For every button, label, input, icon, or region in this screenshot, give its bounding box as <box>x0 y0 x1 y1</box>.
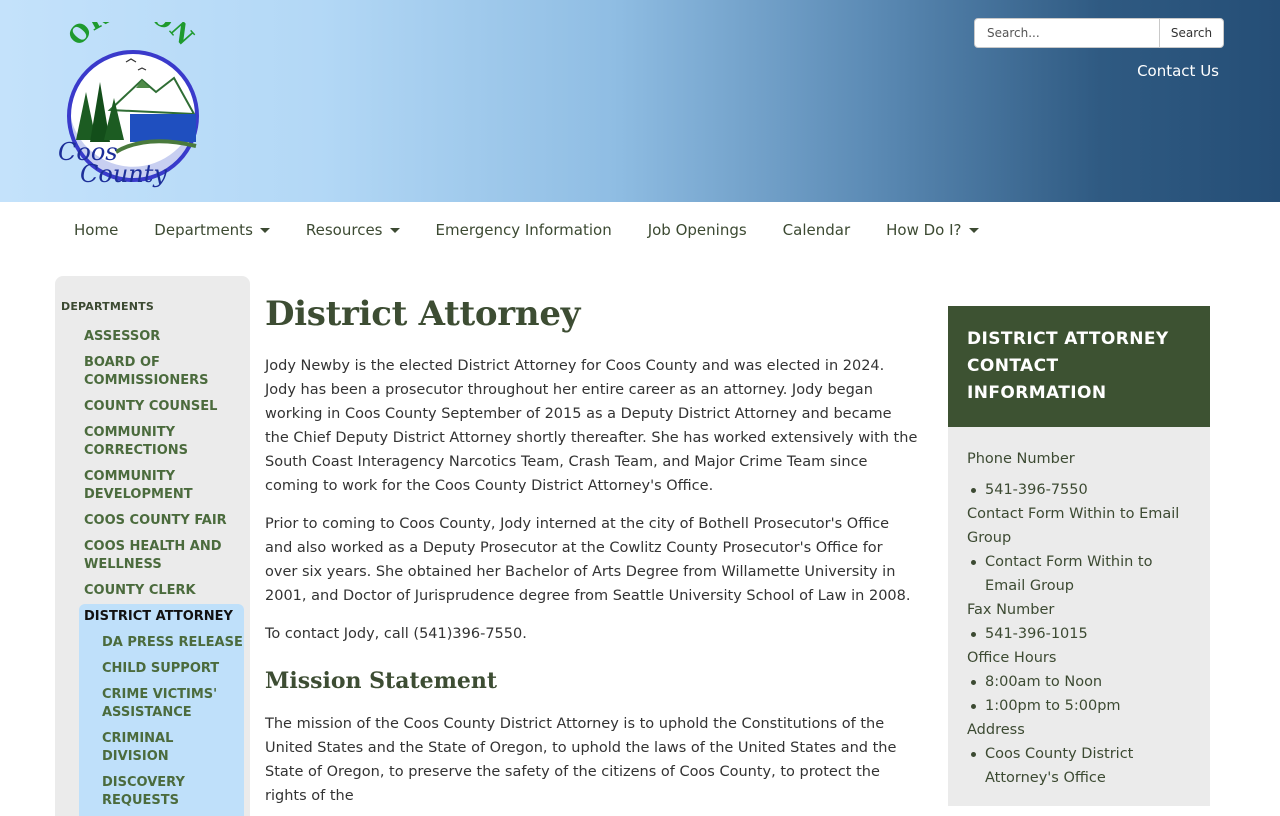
sidebar-item-county-counsel[interactable]: COUNTY COUNSEL <box>84 394 244 420</box>
nav-job-openings-label: Job Openings <box>647 221 747 239</box>
main-nav: Home Departments Resources Emergency Inf… <box>56 202 997 258</box>
sidebar-subitem-criminal-division[interactable]: CRIMINAL DIVISION <box>79 726 244 770</box>
coos-county-logo[interactable]: OREGON Coos County <box>56 22 206 192</box>
address-line: Coos County District Attorney's Office <box>967 742 1191 790</box>
sidebar-item-county-clerk[interactable]: COUNTY CLERK <box>84 578 244 604</box>
sidebar-sublist: DA PRESS RELEASE CHILD SUPPORT CRIME VIC… <box>79 630 244 816</box>
sidebar-subitem-da-press-release[interactable]: DA PRESS RELEASE <box>79 630 244 656</box>
sidebar-item-community-development[interactable]: COMMUNITY DEVELOPMENT <box>84 464 244 508</box>
sidebar-subitem-discovery-requests[interactable]: DISCOVERY REQUESTS <box>79 770 244 814</box>
fax-list: 541-396-1015 <box>967 622 1191 646</box>
sidebar-item-coos-health-and-wellness[interactable]: COOS HEALTH AND WELLNESS <box>84 534 244 578</box>
sidebar-item-coos-county-fair[interactable]: COOS COUNTY FAIR <box>84 508 244 534</box>
nav-resources[interactable]: Resources <box>288 202 418 258</box>
contact-card-title: DISTRICT ATTORNEY CONTACT INFORMATION <box>948 306 1210 427</box>
hours-list: 8:00am to Noon 1:00pm to 5:00pm <box>967 670 1191 718</box>
nav-emergency-information[interactable]: Emergency Information <box>418 202 630 258</box>
nav-job-openings[interactable]: Job Openings <box>630 202 765 258</box>
nav-calendar-label: Calendar <box>782 221 851 239</box>
sidebar-list: ASSESSOR BOARD OF COMMISSIONERS COUNTY C… <box>55 324 250 816</box>
nav-how-do-i-label: How Do I? <box>886 221 962 239</box>
logo-top-text: OREGON <box>62 22 200 51</box>
nav-how-do-i[interactable]: How Do I? <box>868 202 996 258</box>
search-button[interactable]: Search <box>1159 19 1223 47</box>
nav-resources-label: Resources <box>305 221 383 239</box>
sidebar-item-district-attorney[interactable]: DISTRICT ATTORNEY <box>79 604 244 630</box>
nav-departments[interactable]: Departments <box>136 202 288 258</box>
mission-statement-heading: Mission Statement <box>265 668 498 694</box>
nav-emergency-label: Emergency Information <box>435 221 612 239</box>
search-input[interactable] <box>975 19 1159 47</box>
departments-sidebar: DEPARTMENTS ASSESSOR BOARD OF COMMISSION… <box>55 276 250 816</box>
address-list: Coos County District Attorney's Office <box>967 742 1191 790</box>
nav-calendar[interactable]: Calendar <box>765 202 868 258</box>
mission-statement-text: The mission of the Coos County District … <box>265 716 897 804</box>
email-list: Contact Form Within to Email Group <box>967 550 1191 598</box>
header-banner: OREGON Coos County Search Contact Us <box>0 0 1280 202</box>
sidebar-item-community-corrections[interactable]: COMMUNITY CORRECTIONS <box>84 420 244 464</box>
hours-afternoon: 1:00pm to 5:00pm <box>967 694 1191 718</box>
sidebar-item-board-of-commissioners[interactable]: BOARD OF COMMISSIONERS <box>84 350 244 394</box>
sidebar-item-assessor[interactable]: ASSESSOR <box>84 324 244 350</box>
address-label: Address <box>967 722 1025 738</box>
page-title: District Attorney <box>265 294 581 334</box>
contact-paragraph: To contact Jody, call (541)396-7550. <box>265 626 527 642</box>
bio-paragraph-2: Prior to coming to Coos County, Jody int… <box>265 516 911 604</box>
sidebar-subitem-child-support[interactable]: CHILD SUPPORT <box>79 656 244 682</box>
search-box: Search <box>974 18 1224 48</box>
caret-down-icon <box>968 227 979 233</box>
logo-county-text: County <box>80 160 167 188</box>
nav-departments-label: Departments <box>154 221 253 239</box>
hours-morning: 8:00am to Noon <box>967 670 1191 694</box>
email-form-link[interactable]: Contact Form Within to Email Group <box>967 550 1191 598</box>
caret-down-icon <box>259 227 270 233</box>
contact-info-card: DISTRICT ATTORNEY CONTACT INFORMATION Ph… <box>948 306 1210 806</box>
sidebar-subitem-crime-victims-assistance[interactable]: CRIME VICTIMS' ASSISTANCE <box>79 682 244 726</box>
sidebar-title: DEPARTMENTS <box>61 300 154 313</box>
phone-number[interactable]: 541-396-7550 <box>967 478 1191 502</box>
fax-number: 541-396-1015 <box>967 622 1191 646</box>
bio-paragraph-1: Jody Newby is the elected District Attor… <box>265 358 918 494</box>
contact-us-link[interactable]: Contact Us <box>1137 62 1219 80</box>
contact-card-body: Phone Number 541-396-7550 Contact Form W… <box>948 427 1210 810</box>
caret-down-icon <box>389 227 400 233</box>
main-content: District Attorney Jody Newby is the elec… <box>265 294 919 808</box>
fax-label: Fax Number <box>967 602 1055 618</box>
hours-label: Office Hours <box>967 650 1057 666</box>
phone-label: Phone Number <box>967 451 1075 467</box>
nav-home-label: Home <box>74 221 119 239</box>
email-label: Contact Form Within to Email Group <box>967 506 1180 546</box>
nav-home[interactable]: Home <box>56 202 136 258</box>
phone-list: 541-396-7550 <box>967 478 1191 502</box>
svg-text:OREGON: OREGON <box>62 22 200 51</box>
